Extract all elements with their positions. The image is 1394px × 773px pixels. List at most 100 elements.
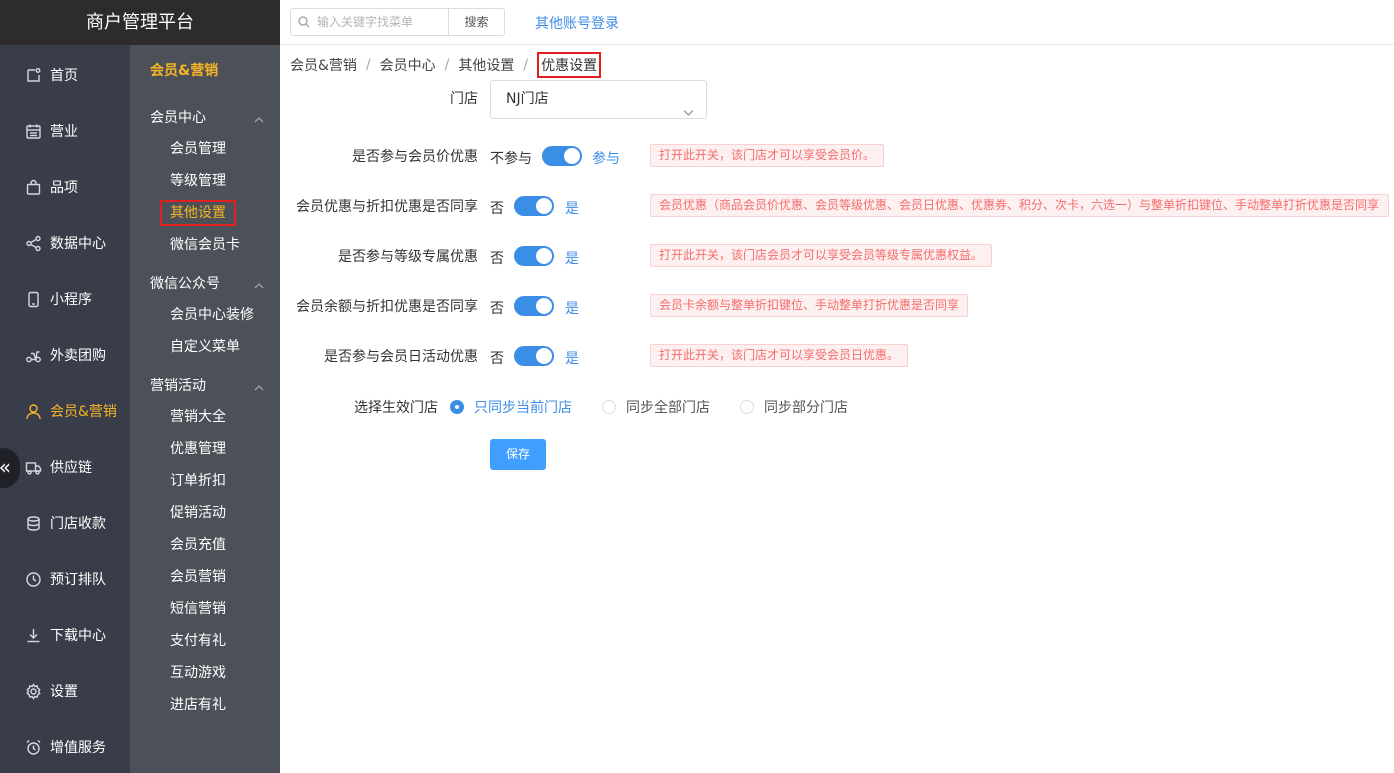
sub-nav-item-label: 短信营销 — [170, 601, 226, 617]
sub-nav-group[interactable]: 微信公众号 — [130, 267, 280, 299]
level-exclusive-hint: 打开此开关，该门店会员才可以享受会员等级专属优惠权益。 — [650, 244, 993, 267]
search-input[interactable] — [317, 15, 447, 29]
nav-item[interactable]: 下载中心 — [0, 607, 130, 663]
gear-icon — [24, 682, 42, 700]
sub-nav-group-title: 营销活动 — [150, 378, 206, 394]
nav-item[interactable]: 品项 — [0, 159, 130, 215]
search-button[interactable]: 搜索 — [448, 8, 505, 36]
nav-item-label: 品项 — [50, 180, 78, 196]
nav-item[interactable]: 门店收款 — [0, 495, 130, 551]
balance-discount-share-on-label: 是 — [565, 301, 579, 317]
clock-icon — [24, 570, 42, 588]
balance-discount-share-switch[interactable] — [514, 296, 554, 316]
chevron-up-icon — [254, 278, 264, 289]
sub-nav-item[interactable]: 支付有礼 — [130, 625, 280, 657]
scope-radio-label: 同步全部门店 — [626, 400, 710, 416]
scope-radio-label: 同步部分门店 — [764, 400, 848, 416]
nav-item-label: 首页 — [50, 68, 78, 84]
member-discount-share-on-label: 是 — [565, 201, 579, 217]
save-button[interactable]: 保存 — [490, 439, 546, 470]
sub-nav-group[interactable]: 会员中心 — [130, 101, 280, 133]
member-day-label: 是否参与会员日活动优惠 — [324, 349, 478, 365]
balance-discount-share-hint: 会员卡余额与整单折扣键位、手动整单打折优惠是否同享 — [650, 294, 969, 317]
breadcrumb-current: 优惠设置 — [537, 52, 602, 78]
member-discount-share-switch[interactable] — [514, 196, 554, 216]
nav-item[interactable]: 会员&营销 — [0, 383, 130, 439]
sub-nav-group-title: 会员中心 — [150, 110, 206, 126]
member-discount-share-label: 会员优惠与折扣优惠是否同享 — [296, 199, 478, 215]
sub-nav-item[interactable]: 自定义菜单 — [130, 331, 280, 363]
level-exclusive-label: 是否参与等级专属优惠 — [338, 249, 478, 265]
member-discount-share-off-label: 否 — [490, 201, 504, 217]
breadcrumb-separator: / — [523, 57, 529, 73]
breadcrumb-item[interactable]: 会员中心 — [380, 55, 436, 75]
nav-item-label: 下载中心 — [50, 628, 106, 644]
sub-nav-item[interactable]: 等级管理 — [130, 165, 280, 197]
member-price-off-label: 不参与 — [490, 151, 532, 167]
scope-radio-current[interactable]: 只同步当前门店 — [450, 397, 572, 417]
member-price-hint: 打开此开关，该门店才可以享受会员价。 — [650, 144, 885, 167]
sub-nav-item-label: 进店有礼 — [170, 697, 226, 713]
level-exclusive-switch[interactable] — [514, 246, 554, 266]
other-account-login-link[interactable]: 其他账号登录 — [535, 13, 619, 33]
nav-item[interactable]: 首页 — [0, 47, 130, 103]
sub-nav-item[interactable]: 促销活动 — [130, 497, 280, 529]
store-label: 门店 — [450, 91, 478, 107]
radio-dot — [602, 400, 616, 414]
sub-nav-item-label: 自定义菜单 — [170, 339, 240, 355]
member-day-hint: 打开此开关，该门店才可以享受会员日优惠。 — [650, 344, 909, 367]
chevron-up-icon — [254, 112, 264, 123]
nav-item[interactable]: 外卖团购 — [0, 327, 130, 383]
alarm-icon — [24, 738, 42, 756]
app-title: 商户管理平台 — [0, 0, 280, 45]
store-select[interactable]: NJ门店 — [490, 80, 707, 119]
sub-nav-item[interactable]: 会员管理 — [130, 133, 280, 165]
nav-item-label: 设置 — [50, 684, 78, 700]
sub-nav-item[interactable]: 会员中心装修 — [130, 299, 280, 331]
coins-icon — [24, 514, 42, 532]
sub-nav-item[interactable]: 会员营销 — [130, 561, 280, 593]
member-day-off-label: 否 — [490, 351, 504, 367]
scope-radio-all[interactable]: 同步全部门店 — [602, 397, 710, 417]
radio-dot — [450, 400, 464, 414]
nav-item-label: 供应链 — [50, 460, 92, 476]
nav-item[interactable]: 小程序 — [0, 271, 130, 327]
sub-nav-item-label: 订单折扣 — [170, 473, 226, 489]
sub-nav-item-label: 支付有礼 — [170, 633, 226, 649]
nav-item[interactable]: 预订排队 — [0, 551, 130, 607]
nav-item-label: 会员&营销 — [50, 404, 117, 420]
sub-nav-item-label: 会员管理 — [170, 141, 226, 157]
primary-nav: 首页营业品项数据中心小程序外卖团购会员&营销供应链门店收款预订排队下载中心设置增… — [0, 47, 130, 773]
nav-item[interactable]: 营业 — [0, 103, 130, 159]
sub-nav-item[interactable]: 营销大全 — [130, 401, 280, 433]
nav-item-label: 门店收款 — [50, 516, 106, 532]
nav-item-label: 数据中心 — [50, 236, 106, 252]
sub-nav-item-label: 等级管理 — [170, 173, 226, 189]
nav-item[interactable]: 设置 — [0, 663, 130, 719]
sub-nav-item[interactable]: 进店有礼 — [130, 689, 280, 721]
sub-nav-item[interactable]: 互动游戏 — [130, 657, 280, 689]
scope-radio-partial[interactable]: 同步部分门店 — [740, 397, 848, 417]
nav-item-label: 增值服务 — [50, 740, 106, 756]
nav-item[interactable]: 数据中心 — [0, 215, 130, 271]
breadcrumb-item[interactable]: 会员&营销 — [290, 55, 357, 75]
nav-item-label: 外卖团购 — [50, 348, 106, 364]
breadcrumb-item[interactable]: 其他设置 — [458, 55, 514, 75]
breadcrumb: 会员&营销 / 会员中心 / 其他设置 / 优惠设置 — [290, 52, 602, 78]
member-day-switch[interactable] — [514, 346, 554, 366]
sub-nav-item[interactable]: 短信营销 — [130, 593, 280, 625]
member-price-switch[interactable] — [542, 146, 582, 166]
nav-item-label: 营业 — [50, 124, 78, 140]
sub-nav-item[interactable]: 微信会员卡 — [130, 229, 280, 261]
sub-nav-item-label: 会员充值 — [170, 537, 226, 553]
sub-nav-item[interactable]: 其他设置 — [130, 197, 280, 229]
sub-nav-group[interactable]: 营销活动 — [130, 369, 280, 401]
nav-item[interactable]: 增值服务 — [0, 719, 130, 773]
primary-sidebar: 首页营业品项数据中心小程序外卖团购会员&营销供应链门店收款预订排队下载中心设置增… — [0, 0, 130, 773]
sub-nav-item[interactable]: 订单折扣 — [130, 465, 280, 497]
sub-nav-item[interactable]: 优惠管理 — [130, 433, 280, 465]
sub-nav-item-label: 会员中心装修 — [170, 307, 254, 323]
sub-nav-item-label: 微信会员卡 — [170, 237, 240, 253]
sub-nav-item[interactable]: 会员充值 — [130, 529, 280, 561]
top-bar: 搜索 其他账号登录 — [280, 0, 1394, 45]
